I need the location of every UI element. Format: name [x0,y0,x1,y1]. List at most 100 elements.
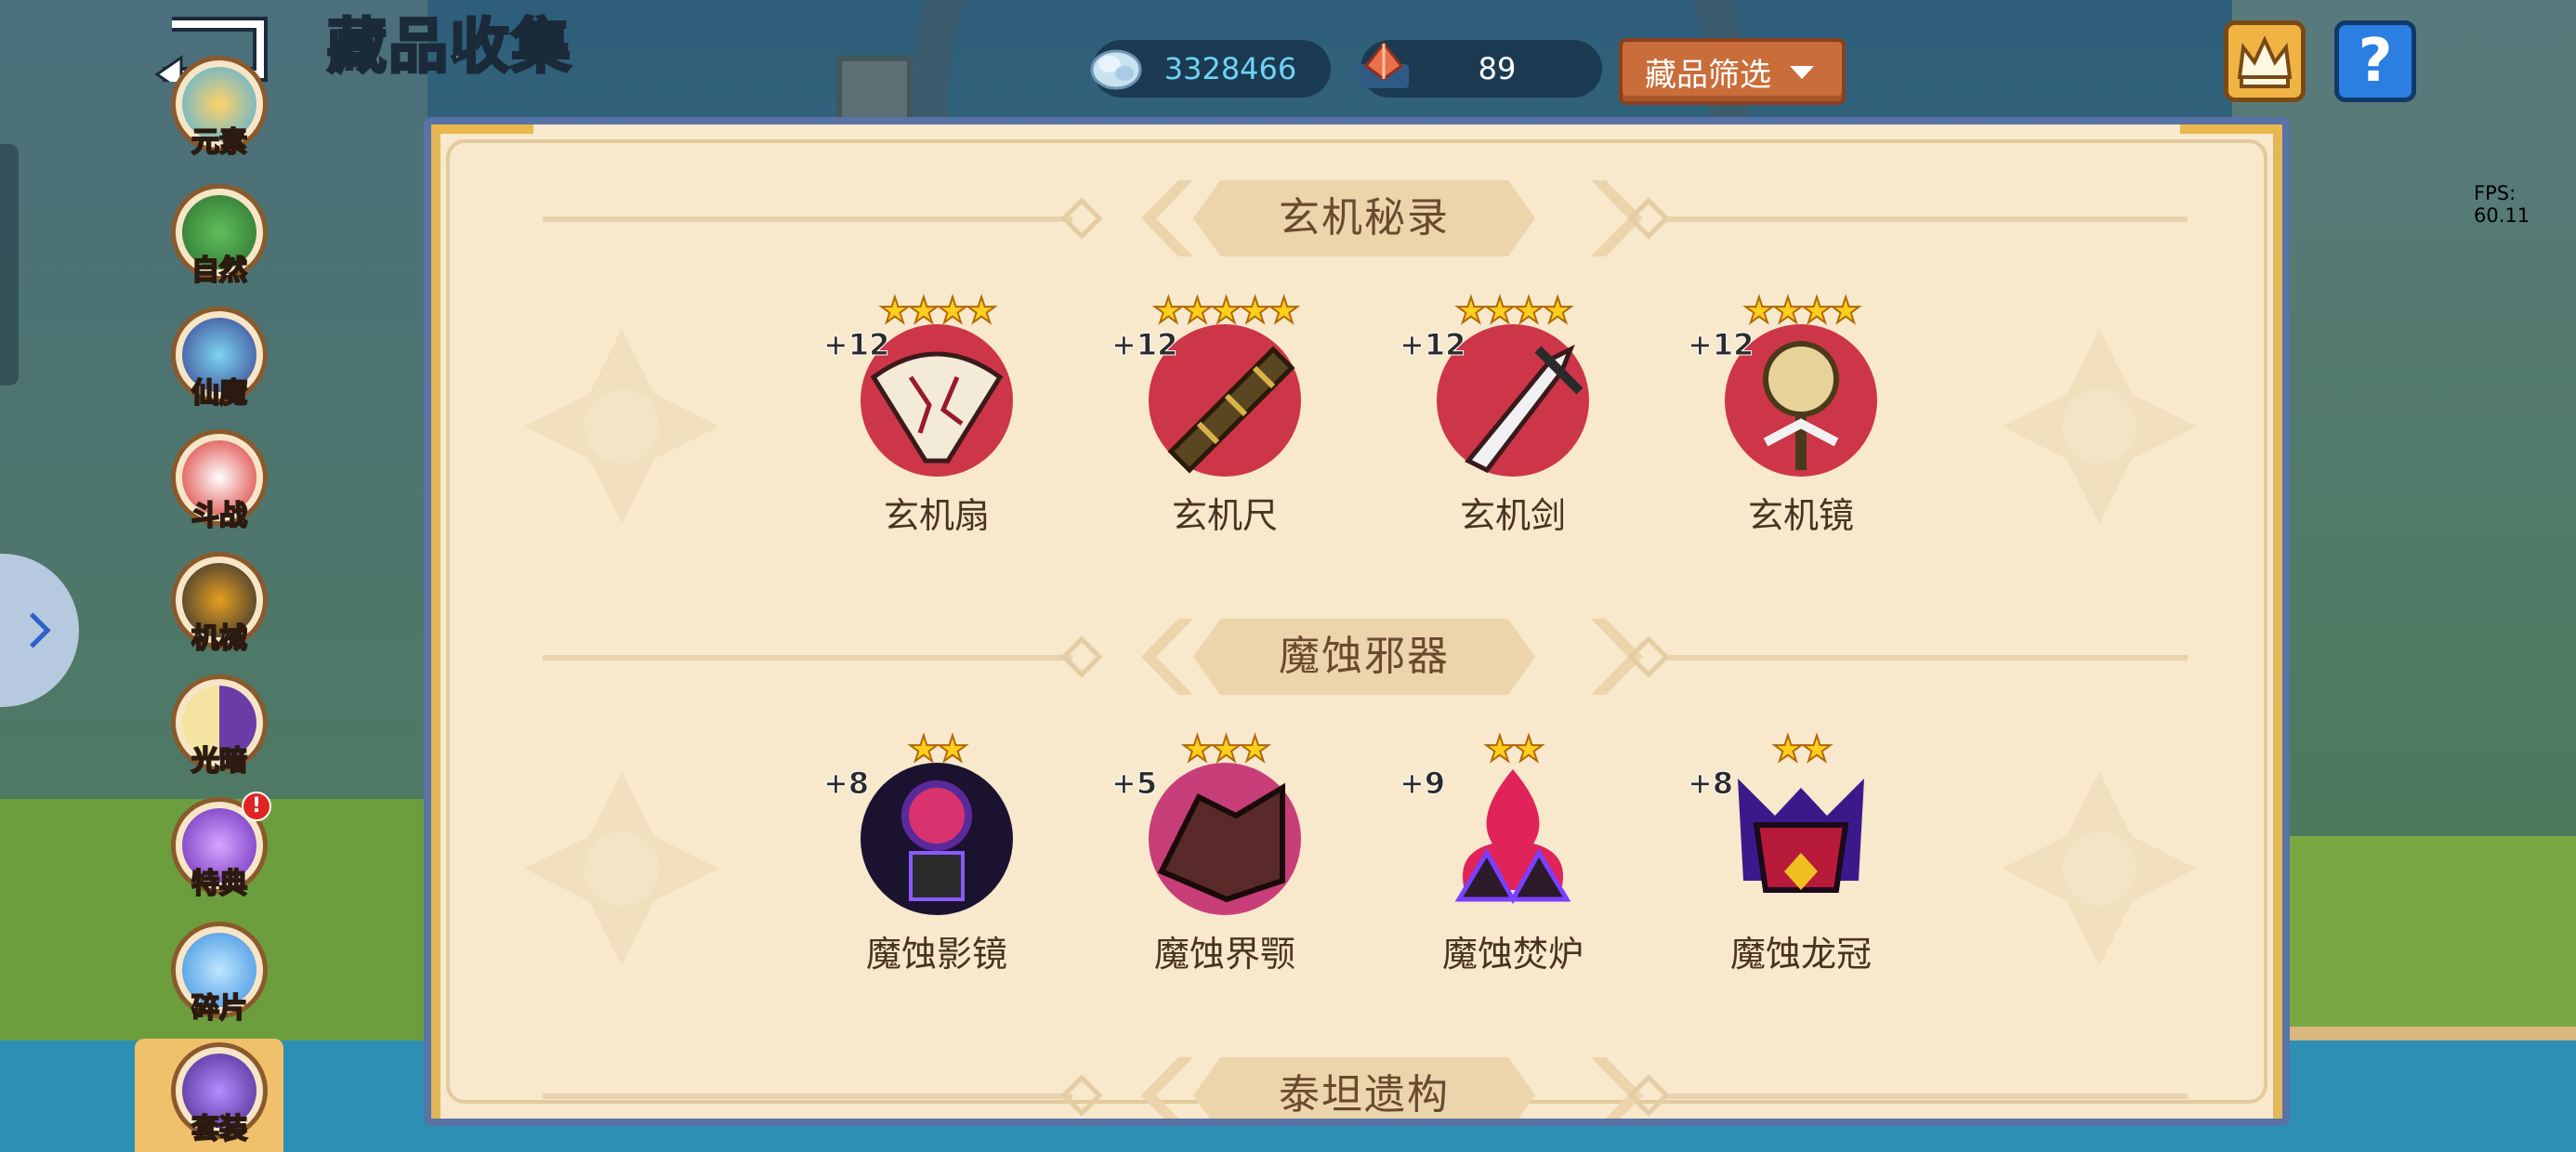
question-mark-icon: ? [2358,27,2393,96]
star-icon: ★ [1180,728,1214,769]
star-icon: ★ [1483,290,1517,331]
side-pull-tab[interactable] [0,144,19,386]
nav-item-label: 元素 [191,125,248,160]
star-icon: ★ [878,290,912,331]
item-name: 魔蚀焚炉 [1441,934,1584,975]
nav-item-immortal-demon[interactable]: 仙魔 [171,307,268,411]
notification-badge: ! [242,792,271,821]
item-name: 玄机剑 [1459,495,1566,536]
nav-item-fragments[interactable]: 碎片 [171,922,268,1026]
jaw-icon [1149,763,1301,915]
collection-item[interactable]: +12 ★★★★ 玄机扇 [822,290,1048,536]
item-name: 玄机镜 [1747,495,1854,536]
section-header: 玄机秘录 [431,177,2282,260]
crown-icon [2237,35,2293,88]
nav-item-label: 自然 [191,254,248,288]
star-icon: ★ [936,728,969,769]
crystal-value: 3328466 [1163,51,1297,86]
enhance-level: +8 [822,766,870,802]
page-title: 藏品收集 [326,12,572,84]
star-icon: ★ [1771,290,1805,331]
enhance-level: +5 [1111,766,1158,802]
star-icon: ★ [1151,290,1185,331]
star-icon: ★ [1829,290,1862,331]
star-icon: ★ [936,290,969,331]
star-rating: ★★ [1401,728,1624,769]
nav-item-sets[interactable]: 套装 [171,1042,268,1146]
enhance-level: +12 [1399,327,1466,363]
furnace-icon [1454,769,1571,905]
star-icon: ★ [1209,728,1242,769]
decorative-emblem-icon [524,771,719,966]
nav-item-label: 套装 [191,1112,248,1146]
shadow-mirror-icon [861,763,1013,915]
star-icon: ★ [1800,728,1833,769]
nav-item-battle[interactable]: 斗战 [171,429,268,533]
collection-item[interactable]: +8 ★★ 魔蚀影镜 [822,728,1048,975]
decorative-emblem-icon [524,329,719,524]
collection-panel: 玄机秘录 +12 ★★★★ 玄机扇 +12 ★★★★★ 玄机尺 +12 ★★★★… [424,117,2290,1126]
nav-item-special[interactable]: ! 特典 [171,792,271,901]
filter-label: 藏品筛选 [1645,56,1771,94]
crown-button[interactable] [2224,20,2306,102]
gem-currency: 89 [1359,40,1602,98]
nav-item-label: 碎片 [191,991,248,1026]
section-header: 魔蚀邪器 [431,615,2282,699]
star-icon: ★ [965,290,998,331]
star-rating: ★★ [1689,728,1912,769]
star-icon: ★ [1512,290,1545,331]
star-rating: ★★★★ [1401,290,1624,331]
nav-item-light-dark[interactable]: 光暗 [171,674,268,779]
collection-item[interactable]: +8 ★★ 魔蚀龙冠 [1687,728,1912,975]
collection-item[interactable]: +12 ★★★★★ 玄机尺 [1111,290,1336,536]
dropdown-caret-icon [1790,66,1814,79]
enhance-level: +8 [1687,766,1734,802]
collection-item[interactable]: +9 ★★ 魔蚀焚炉 [1399,728,1624,975]
star-icon: ★ [1180,290,1214,331]
star-icon: ★ [907,728,940,769]
enhance-level: +12 [1111,327,1178,363]
enhance-level: +9 [1399,766,1446,802]
item-name: 魔蚀影镜 [865,934,1007,975]
help-button[interactable]: ? [2334,20,2416,102]
star-icon: ★ [1239,290,1272,331]
star-icon: ★ [1454,290,1488,331]
item-name: 魔蚀界颚 [1153,934,1295,975]
star-icon: ★ [1209,290,1242,331]
collection-item[interactable]: +12 ★★★★ 玄机剑 [1399,290,1624,536]
enhance-level: +12 [1687,327,1755,363]
item-name: 玄机尺 [1171,495,1278,536]
collection-filter-dropdown[interactable]: 藏品筛选 [1619,38,1846,105]
nav-item-label: 斗战 [191,499,248,533]
decorative-emblem-icon [2002,771,2197,966]
dragon-crown-icon [1738,779,1864,893]
section-title: 玄机秘录 [1279,194,1450,242]
nav-item-label: 机械 [191,622,248,656]
chevron-right-icon [15,612,51,648]
collection-item[interactable]: +5 ★★★ 魔蚀界颚 [1111,728,1336,975]
nav-item-nature[interactable]: 自然 [171,184,268,288]
star-icon: ★ [1800,290,1833,331]
crystal-currency: 3328466 [1090,40,1331,98]
enhance-level: +12 [822,327,890,363]
item-name: 魔蚀龙冠 [1729,934,1872,975]
star-rating: ★★★★★ [1113,290,1336,331]
nav-item-elements[interactable]: 元素 [171,56,268,160]
fps-counter: FPS: 60.11 [2474,182,2530,227]
star-icon: ★ [1483,728,1517,769]
decorative-emblem-icon [2002,329,2197,524]
nav-item-label: 特典 [191,867,248,901]
star-icon: ★ [1239,728,1272,769]
nav-item-label: 光暗 [191,744,248,779]
collection-item[interactable]: +12 ★★★★ 玄机镜 [1687,290,1912,536]
section-header: 泰坦遗构 [431,1054,2282,1119]
star-icon: ★ [1541,290,1574,331]
star-icon: ★ [1771,728,1805,769]
section-title: 泰坦遗构 [1279,1071,1450,1119]
star-rating: ★★★ [1113,728,1336,769]
star-rating: ★★ [825,728,1048,769]
star-icon: ★ [1512,728,1545,769]
star-icon: ★ [1268,290,1301,331]
nav-item-label: 仙魔 [191,376,248,411]
nav-item-mechanical[interactable]: 机械 [171,552,268,656]
